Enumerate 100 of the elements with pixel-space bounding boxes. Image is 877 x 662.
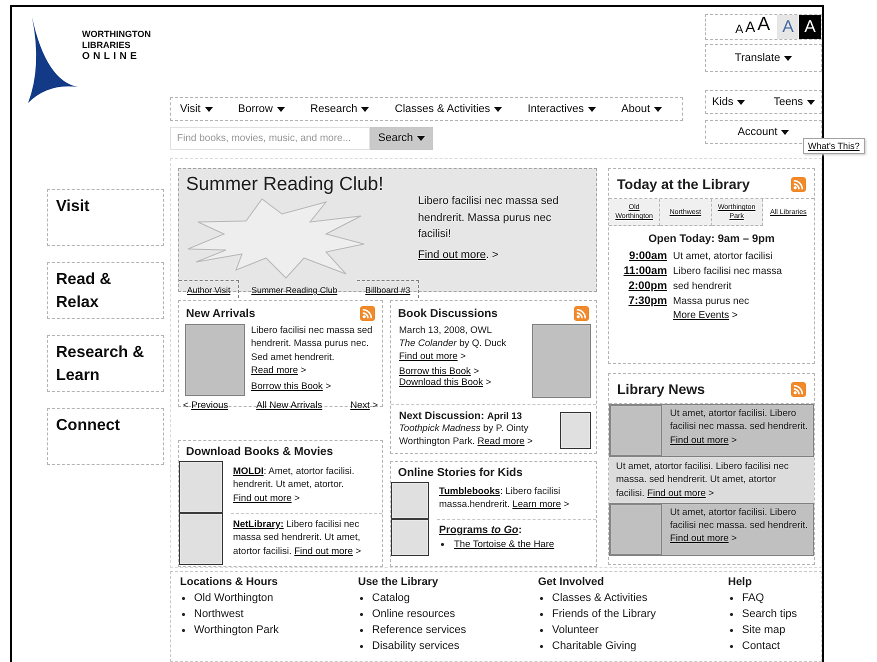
footer-link[interactable]: Disability services <box>372 638 460 654</box>
text-size-button[interactable]: A <box>734 22 744 39</box>
section-title: Online Stories for Kids <box>398 467 523 479</box>
logo[interactable]: WORTHINGTON LIBRARIES ONLINE <box>28 12 170 123</box>
footer-heading: Help <box>728 576 753 588</box>
caret-icon <box>654 106 662 112</box>
footer-link[interactable]: Northwest <box>194 606 244 622</box>
text-size-button[interactable]: A <box>744 19 756 39</box>
section-title: Book Discussions <box>398 308 498 320</box>
footer-link[interactable]: Contact <box>742 638 780 654</box>
read-more-link[interactable]: Read more > <box>478 436 533 448</box>
text-size-button[interactable]: A <box>756 14 771 39</box>
event-time-link[interactable]: 7:30pm <box>609 295 667 308</box>
contrast-button[interactable]: A <box>799 15 821 39</box>
rss-icon[interactable] <box>574 306 589 321</box>
translate-menu[interactable]: Translate <box>705 44 822 72</box>
bullet-icon <box>360 612 363 616</box>
resource-description: NetLibrary: Libero facilisi nec massa sed hendrerit. Ut amet, atortor facilisi. Find out more > <box>231 513 382 565</box>
all-new-arrivals-link[interactable]: All New Arrivals <box>256 400 322 411</box>
footer-link[interactable]: Worthington Park <box>194 622 279 638</box>
search-field[interactable]: Find books, movies, music, and more... <box>170 126 370 150</box>
contrast-button[interactable]: A <box>777 15 799 39</box>
bullet-icon <box>441 542 444 546</box>
resource-link[interactable]: Tumblebooks <box>439 486 500 497</box>
banner-tab[interactable]: Summer Reading Club <box>239 280 358 298</box>
nav-menu-item[interactable]: Borrow <box>238 103 285 115</box>
caret-icon <box>784 56 792 60</box>
more-events-link[interactable]: More Events > <box>673 310 738 322</box>
book-description: Libero facilisi nec massa sed hendrerit. Massa purus nec. Sed amet hendrerit. Read more > <box>251 324 374 378</box>
footer-link[interactable]: Friends of the Library <box>552 606 656 622</box>
resource-link[interactable]: MOLDI <box>233 466 264 477</box>
news-text: Ut amet, atortor facilisi. Libero facilisi nec massa. sed hendrerit. Find out more > <box>670 506 809 546</box>
bullet-icon <box>540 644 543 648</box>
footer-link[interactable]: Charitable Giving <box>552 638 636 654</box>
bullet-icon <box>360 628 363 632</box>
banner-tab[interactable]: Author Visit <box>179 280 240 298</box>
section-title: Today at the Library <box>617 176 750 192</box>
side-nav-item[interactable]: Read & Relax <box>47 262 164 319</box>
rss-icon[interactable] <box>791 176 806 192</box>
nav-menu-item[interactable]: Visit <box>180 103 213 115</box>
find-out-more-link[interactable]: Find out more. > <box>418 248 498 260</box>
learn-more-link[interactable]: Learn more > <box>512 499 570 510</box>
bullet-icon <box>730 644 733 648</box>
footer-link[interactable]: Reference services <box>372 622 466 638</box>
rss-icon[interactable] <box>791 382 806 396</box>
caret-icon <box>781 130 790 134</box>
footer-heading: Get Involved <box>538 576 606 588</box>
hours-text: Open Today: 9am – 9pm <box>647 232 776 248</box>
find-out-more-link[interactable]: Find out more > <box>399 350 466 362</box>
read-more-link[interactable]: Read more > <box>251 364 306 376</box>
footer-link[interactable]: FAQ <box>742 590 764 606</box>
caret-icon <box>494 106 502 112</box>
footer-link[interactable]: Site map <box>742 622 786 638</box>
banner-tab[interactable]: Billboard #3 <box>357 280 420 298</box>
logo-text: LIBRARIES <box>82 40 132 51</box>
book-action-link[interactable]: Download this Book > <box>399 376 492 388</box>
footer-heading: Locations & Hours <box>180 576 279 588</box>
event-time-link[interactable]: 11:00am <box>609 265 667 278</box>
find-out-more-link[interactable]: Find out more > <box>670 434 737 446</box>
book-action-link[interactable]: Borrow this Book > <box>399 366 479 377</box>
nav-menu-item[interactable]: Kids <box>712 96 746 108</box>
bullet-icon <box>540 628 543 632</box>
bullet-icon <box>182 612 185 616</box>
footer-link[interactable]: Classes & Activities <box>552 590 648 606</box>
find-out-more-link[interactable]: Find out more > <box>233 492 300 504</box>
footer-link[interactable]: Search tips <box>742 606 798 622</box>
event-time-link[interactable]: 9:00am <box>609 250 667 262</box>
bullet-icon <box>540 596 543 600</box>
previous-link[interactable]: < Previous <box>183 400 228 411</box>
whats-this-tooltip[interactable]: What's This? <box>803 138 865 154</box>
find-out-more-link[interactable]: Find out more > <box>647 488 714 499</box>
footer-link[interactable]: Volunteer <box>552 622 598 638</box>
nav-menu-item[interactable]: Classes & Activities <box>394 103 502 115</box>
nav-menu-item[interactable]: About <box>621 103 662 115</box>
side-nav-item[interactable]: Connect <box>47 408 164 465</box>
footer-link[interactable]: Old Worthington <box>194 590 274 606</box>
search-button[interactable]: Search <box>370 126 433 150</box>
event-time-link[interactable]: 2:00pm <box>609 280 667 292</box>
story-link[interactable]: The Tortoise & the Hare <box>454 538 554 551</box>
caret-icon <box>807 100 815 104</box>
nav-menu-item[interactable]: Research <box>310 103 370 115</box>
find-out-more-link[interactable]: Find out more > <box>670 533 737 544</box>
caret-icon <box>588 106 596 112</box>
side-nav-item[interactable]: Research & Learn <box>47 335 164 392</box>
resource-link[interactable]: NetLibrary: <box>233 519 284 530</box>
footer-link[interactable]: Online resources <box>372 606 456 622</box>
footer-link[interactable]: Catalog <box>372 590 410 606</box>
borrow-link[interactable]: Borrow this Book > <box>251 381 331 392</box>
side-nav-item[interactable]: Visit <box>47 189 164 246</box>
nav-menu-item[interactable]: Interactives <box>528 103 596 115</box>
next-link[interactable]: Next > <box>350 400 378 411</box>
event-title: sed hendrerit <box>673 280 732 292</box>
find-out-more-link[interactable]: Find out more > <box>294 546 362 557</box>
resource-description: MOLDI: Amet, atortor facilisi. hendrerit. Ut amet, atortor. Find out more > <box>232 465 356 506</box>
rss-icon[interactable] <box>360 306 375 321</box>
image-placeholder <box>391 519 429 556</box>
nav-menu-item[interactable]: Teens <box>774 96 815 108</box>
section-title: New Arrivals <box>186 308 256 320</box>
feature-title: Summer Reading Club! <box>186 174 384 196</box>
image-placeholder <box>391 482 429 519</box>
